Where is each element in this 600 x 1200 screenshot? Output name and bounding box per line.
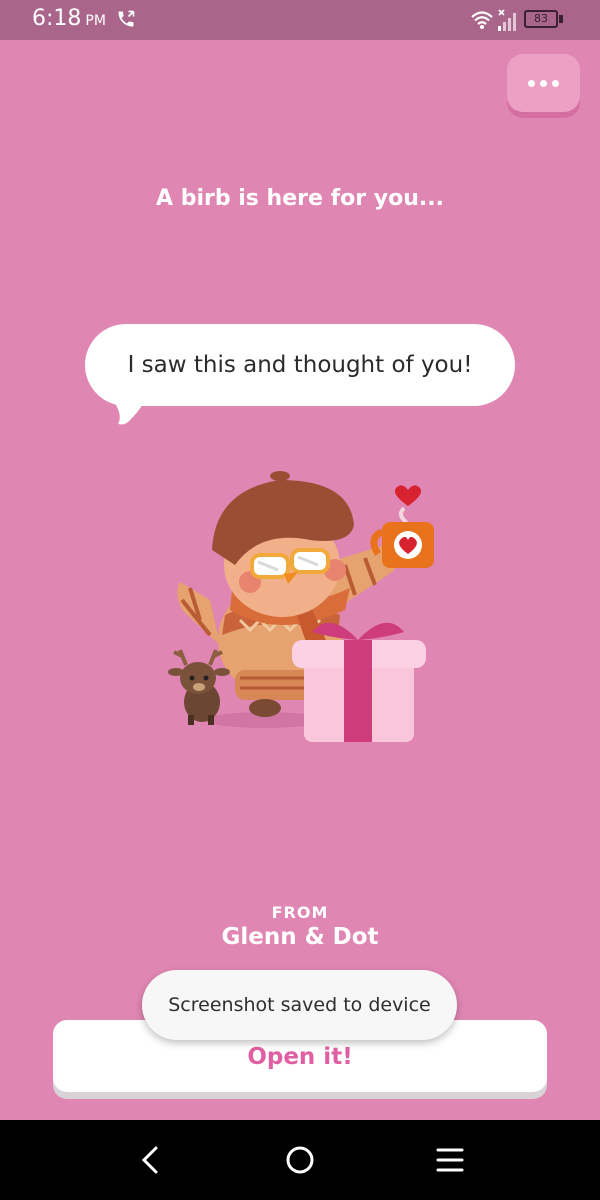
more-options-button[interactable] bbox=[507, 54, 580, 112]
status-ampm: PM bbox=[85, 13, 106, 29]
open-gift-label: Open it! bbox=[247, 1044, 353, 1070]
toast-message: Screenshot saved to device bbox=[142, 970, 457, 1040]
signal-icon bbox=[498, 9, 516, 31]
status-time-value: 6:18 bbox=[32, 6, 82, 31]
speech-bubble-text: I saw this and thought of you! bbox=[127, 352, 473, 378]
sender-name: Glenn & Dot bbox=[221, 924, 379, 950]
toast-text: Screenshot saved to device bbox=[168, 994, 431, 1016]
status-bar: 6:18 PM 83 bbox=[0, 0, 600, 40]
battery-nub bbox=[559, 15, 563, 23]
home-icon[interactable] bbox=[284, 1144, 316, 1176]
more-dots-icon bbox=[528, 79, 535, 87]
back-icon[interactable] bbox=[136, 1144, 164, 1176]
wifi-icon bbox=[471, 11, 493, 29]
more-dots-icon-3 bbox=[552, 79, 559, 87]
status-time: 6:18 PM bbox=[32, 6, 106, 31]
speech-bubble-tail bbox=[110, 396, 148, 425]
bird-gift-illustration bbox=[168, 471, 434, 742]
more-dots-icon-2 bbox=[540, 79, 547, 87]
speech-bubble: I saw this and thought of you! bbox=[85, 324, 515, 406]
battery-icon: 83 bbox=[524, 10, 558, 28]
recents-icon[interactable] bbox=[436, 1146, 464, 1174]
headline: A birb is here for you... bbox=[156, 186, 444, 211]
call-icon bbox=[118, 10, 135, 27]
battery-level: 83 bbox=[534, 12, 548, 25]
from-label: FROM bbox=[271, 903, 329, 922]
